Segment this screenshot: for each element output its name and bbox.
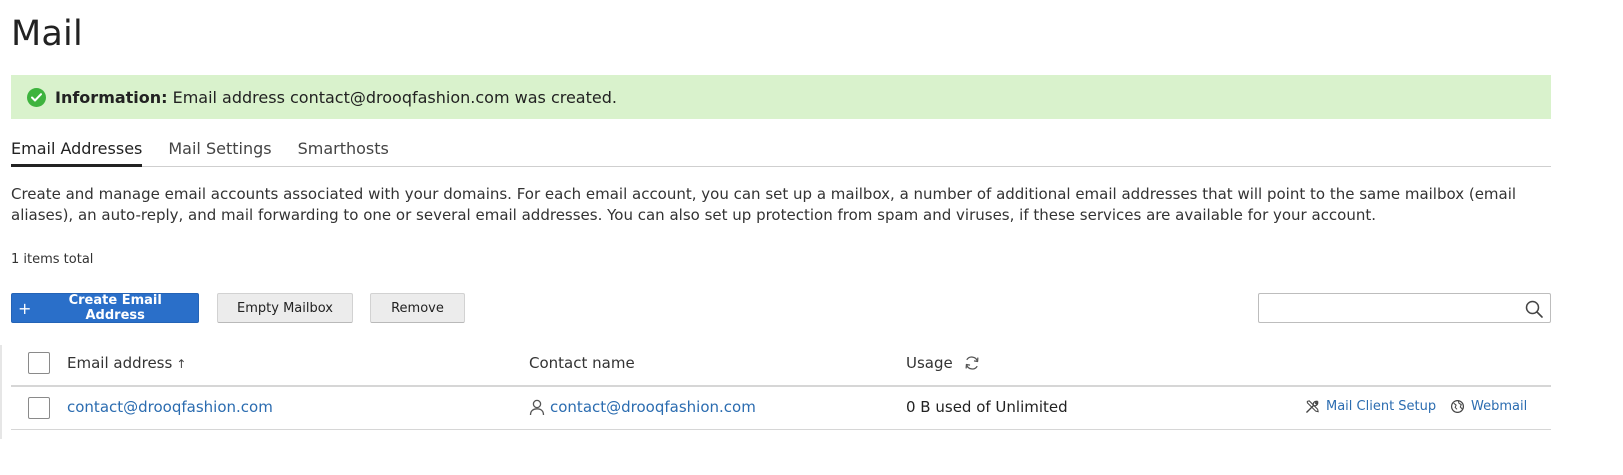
create-email-address-label: Create Email Address: [68, 293, 162, 323]
column-usage-label: Usage: [906, 354, 953, 372]
column-usage: Usage: [906, 354, 981, 372]
info-message-text: Email address contact@drooqfashion.com w…: [172, 87, 617, 107]
column-contact-name[interactable]: Contact name: [529, 354, 635, 372]
tab-smarthosts[interactable]: Smarthosts: [298, 139, 389, 165]
remove-label: Remove: [391, 300, 444, 316]
contact-name-link[interactable]: contact@drooqfashion.com: [550, 398, 756, 416]
tab-email-addresses[interactable]: Email Addresses: [11, 139, 143, 167]
webmail-label: Webmail: [1471, 399, 1528, 414]
row-checkbox[interactable]: [28, 397, 50, 419]
refresh-icon[interactable]: [963, 354, 981, 372]
usage-value: 0 B used of Unlimited: [906, 398, 1068, 416]
search-box: [1258, 293, 1551, 323]
mail-client-setup-link[interactable]: Mail Client Setup: [1305, 399, 1436, 414]
search-input[interactable]: [1259, 294, 1530, 322]
tab-bar: Email Addresses Mail Settings Smarthosts: [11, 139, 1551, 167]
column-email-address-label: Email address: [67, 354, 173, 372]
email-address-link[interactable]: contact@drooqfashion.com: [67, 398, 273, 416]
page-description: Create and manage email accounts associa…: [11, 185, 1517, 224]
info-message: Information: Email address contact@drooq…: [11, 75, 1551, 119]
table-header: Email address ↑ Contact name Usage: [11, 345, 1551, 387]
plus-icon: +: [18, 298, 32, 318]
tools-icon: [1306, 400, 1319, 413]
search-icon[interactable]: [1524, 299, 1544, 319]
select-all-checkbox[interactable]: [28, 352, 50, 374]
tab-mail-settings[interactable]: Mail Settings: [168, 139, 271, 165]
create-email-address-button[interactable]: + Create Email Address: [11, 293, 199, 323]
empty-mailbox-button[interactable]: Empty Mailbox: [217, 293, 353, 323]
user-icon: [529, 399, 545, 415]
table-row: contact@drooqfashion.com contact@drooqfa…: [11, 387, 1551, 430]
remove-button[interactable]: Remove: [370, 293, 465, 323]
empty-mailbox-label: Empty Mailbox: [237, 300, 333, 316]
items-total: 1 items total: [11, 252, 94, 267]
table-left-rule: [0, 345, 2, 439]
webmail-link[interactable]: Webmail: [1450, 399, 1527, 414]
mail-client-setup-label: Mail Client Setup: [1326, 399, 1437, 414]
sort-ascending-icon: ↑: [176, 357, 187, 371]
page-title: Mail: [11, 14, 83, 54]
contact-name-cell: contact@drooqfashion.com: [529, 398, 756, 416]
column-email-address[interactable]: Email address ↑: [67, 354, 186, 372]
check-circle-icon: [27, 87, 46, 107]
info-message-label: Information:: [55, 87, 168, 107]
globe-icon: [1450, 399, 1465, 414]
